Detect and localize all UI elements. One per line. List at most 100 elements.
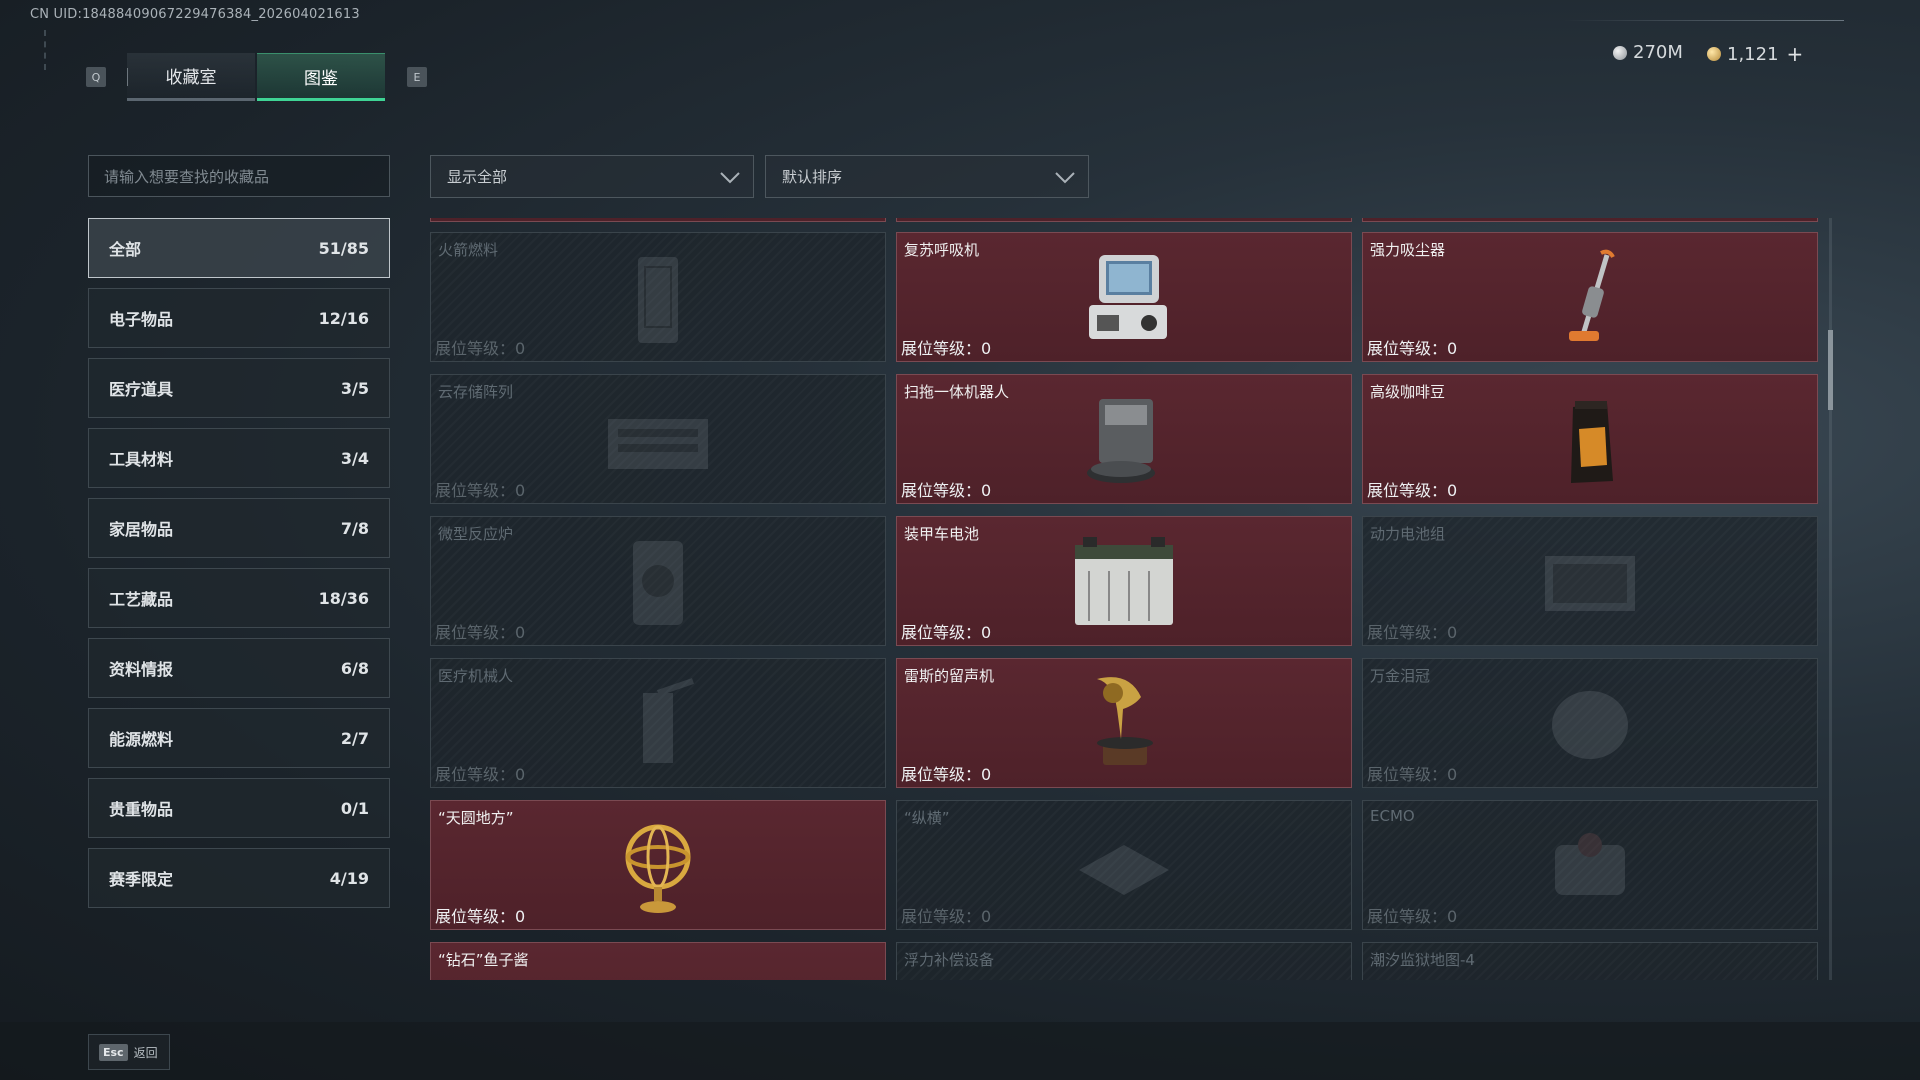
e-key-hint: E [407,67,427,87]
item-card[interactable]: 万金泪冠 展位等级：0 [1362,658,1818,788]
tab-collection-room[interactable]: 收藏室 [127,53,255,101]
back-button[interactable]: Esc 返回 [88,1034,170,1070]
category-season[interactable]: 赛季限定 4/19 [88,848,390,908]
category-energy[interactable]: 能源燃料 2/7 [88,708,390,768]
medical-robot-icon [643,678,694,763]
category-label: 医疗道具 [109,380,174,399]
category-count: 3/5 [340,378,369,398]
category-tools[interactable]: 工具材料 3/4 [88,428,390,488]
add-currency-button[interactable]: + [1787,42,1804,66]
search-input[interactable]: 请输入想要查找的收藏品 [88,155,390,197]
vacuum-icon [1569,249,1615,341]
item-card[interactable]: 强力吸尘器 展位等级：0 [1362,232,1818,362]
decor-line [44,30,46,70]
map-icon [1535,957,1645,980]
category-count: 4/19 [329,868,369,888]
category-count: 2/7 [340,728,369,748]
category-label: 家居物品 [109,520,174,539]
item-name: 潮汐监狱地图-4 [1370,951,1475,969]
item-card[interactable]: 微型反应炉 展位等级：0 [430,516,886,646]
item-card[interactable]: 装甲车电池 展位等级：0 [896,516,1352,646]
item-name: 动力电池组 [1370,525,1446,543]
item-card[interactable]: 雷斯的留声机 展位等级：0 [896,658,1352,788]
scrollbar-thumb[interactable] [1828,330,1833,410]
item-name: 装甲车电池 [904,525,980,543]
category-label: 工艺藏品 [109,590,174,609]
item-card[interactable]: 动力电池组 展位等级：0 [1362,516,1818,646]
chevron-down-icon [720,172,740,184]
battery-icon [1075,537,1173,625]
item-name: 医疗机械人 [438,667,514,685]
category-label: 全部 [109,240,142,259]
item-level: 展位等级：0 [1367,339,1458,358]
category-household[interactable]: 家居物品 7/8 [88,498,390,558]
category-label: 资料情报 [109,660,174,679]
item-card[interactable]: 高级咖啡豆 展位等级：0 [1362,374,1818,504]
item-level: 展位等级：0 [1367,765,1458,784]
item-card[interactable]: 浮力补偿设备 [896,942,1352,980]
decor-line-right [1564,20,1844,21]
item-card[interactable]: “天圆地方” 展位等级：0 [430,800,886,930]
chessboard-icon [1079,845,1169,895]
gramophone-icon [1097,677,1153,765]
tab-catalog[interactable]: 图鉴 [257,53,385,101]
item-level: 展位等级：0 [435,481,526,500]
item-name: 复苏呼吸机 [904,241,980,259]
item-card[interactable]: 火箭燃料 展位等级：0 [430,232,886,362]
item-level: 展位等级：0 [435,623,526,642]
item-name: “纵横” [904,809,950,827]
canister-icon [638,257,678,343]
item-level: 展位等级：0 [1367,907,1458,926]
gold-currency: 1,121 + [1707,42,1803,66]
sort-value: 默认排序 [782,168,843,186]
uid-label: CN UID:18488409067229476384_202604021613 [30,7,360,22]
category-label: 工具材料 [109,450,174,469]
item-card[interactable]: 复苏呼吸机 展位等级：0 [896,232,1352,362]
partial-card-edge [430,218,886,222]
item-card[interactable]: “纵横” 展位等级：0 [896,800,1352,930]
category-medical[interactable]: 医疗道具 3/5 [88,358,390,418]
category-electronics[interactable]: 电子物品 12/16 [88,288,390,348]
ecmo-icon [1555,833,1625,895]
item-level: 展位等级：0 [1367,481,1458,500]
sort-dropdown[interactable]: 默认排序 [765,155,1089,198]
robot-mop-icon [1087,399,1155,483]
item-name: “钻石”鱼子酱 [438,951,529,969]
category-crafts[interactable]: 工艺藏品 18/36 [88,568,390,628]
item-card[interactable]: ECMO 展位等级：0 [1362,800,1818,930]
item-level: 展位等级：0 [901,623,992,642]
category-count: 3/4 [340,448,369,468]
category-count: 51/85 [318,238,369,258]
q-key-hint: Q [86,67,106,87]
item-name: 雷斯的留声机 [904,667,995,685]
item-name: 火箭燃料 [438,241,499,259]
item-card[interactable]: 云存储阵列 展位等级：0 [430,374,886,504]
item-name: 万金泪冠 [1370,667,1431,685]
category-count: 0/1 [340,798,369,818]
category-all[interactable]: 全部 51/85 [88,218,390,278]
item-name: ECMO [1370,807,1415,825]
partial-card-edge [1362,218,1818,222]
category-count: 7/8 [340,518,369,538]
item-card[interactable]: 扫拖一体机器人 展位等级：0 [896,374,1352,504]
category-label: 电子物品 [109,310,174,329]
item-level: 展位等级：0 [901,765,992,784]
category-valuables[interactable]: 贵重物品 0/1 [88,778,390,838]
item-card[interactable]: 医疗机械人 展位等级：0 [430,658,886,788]
item-name: 微型反应炉 [438,525,514,543]
item-level: 展位等级：0 [435,339,526,358]
item-level: 展位等级：0 [1367,623,1458,642]
category-label: 赛季限定 [109,870,174,889]
item-card[interactable]: 潮汐监狱地图-4 [1362,942,1818,980]
item-card[interactable]: “钻石”鱼子酱 [430,942,886,980]
filter-dropdown[interactable]: 显示全部 [430,155,754,198]
gold-amount: 1,121 [1727,43,1779,65]
item-level: 展位等级：0 [901,339,992,358]
item-level: 展位等级：0 [901,481,992,500]
silver-currency: 270M [1613,42,1683,63]
category-label: 能源燃料 [109,730,174,749]
armillary-icon [625,824,691,913]
crown-icon [1552,691,1628,759]
category-intel[interactable]: 资料情报 6/8 [88,638,390,698]
bottom-bar [0,1022,1920,1080]
